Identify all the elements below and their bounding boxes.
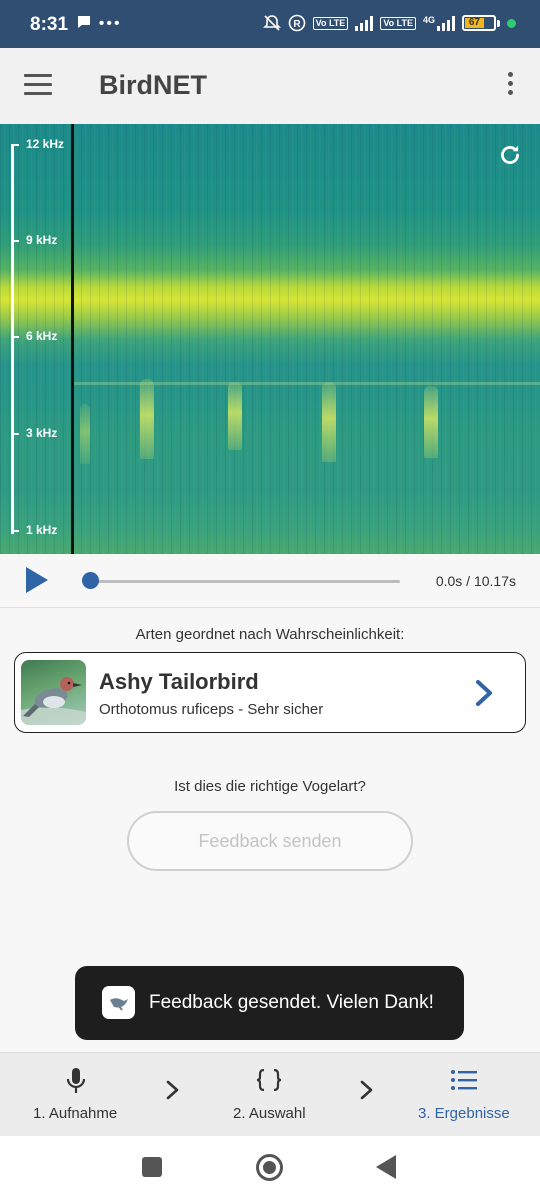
feedback-question: Ist dies die richtige Vogelart?: [174, 778, 366, 795]
nav-item-ergebnisse[interactable]: 3. Ergebnisse: [408, 1053, 520, 1137]
nav-item-auswahl[interactable]: 2. Auswahl: [213, 1053, 325, 1137]
bird-silhouette: [21, 677, 86, 725]
chevron-right-icon[interactable]: [470, 678, 498, 708]
mic-icon: [66, 1068, 86, 1093]
refresh-icon[interactable]: [497, 142, 523, 168]
toast-text: Feedback gesendet. Vielen Dank!: [149, 992, 434, 1013]
freq-tick: [11, 530, 19, 532]
battery-icon: 67: [462, 15, 500, 31]
more-vert-icon[interactable]: [506, 72, 514, 100]
bird-call-mark: [424, 386, 438, 458]
seek-thumb[interactable]: [82, 572, 99, 589]
bird-call-mark: [322, 382, 336, 462]
registered-icon: R: [288, 14, 305, 32]
message-icon: [78, 16, 90, 28]
playback-time: 0.0s / 10.17s: [435, 573, 516, 589]
freq-tick: [11, 144, 19, 146]
nav-item-aufnahme[interactable]: 1. Aufnahme: [20, 1053, 132, 1137]
freq-label-6k: 6 kHz: [26, 329, 58, 343]
network-type-label: 4G: [422, 15, 435, 25]
status-time: 8:31: [30, 14, 69, 35]
freq-tick: [11, 240, 19, 242]
freq-label-3k: 3 kHz: [26, 426, 58, 440]
hamburger-icon[interactable]: [24, 74, 52, 96]
species-scientific-confidence: Orthotomus ruficeps - Sehr sicher: [99, 701, 324, 718]
muted-bell-icon: [262, 15, 281, 31]
status-right-icons: R Vo LTE Vo LTE 4G 67: [262, 14, 516, 32]
nav-label-auswahl: 2. Auswahl: [233, 1105, 306, 1122]
birdnet-app-icon: [102, 986, 135, 1019]
list-icon: [451, 1070, 477, 1090]
bird-photo: [21, 660, 86, 725]
app-title: BirdNET: [99, 70, 207, 100]
recents-icon[interactable]: [142, 1157, 162, 1177]
braces-icon: [256, 1069, 282, 1091]
battery-level: 67: [465, 18, 484, 28]
status-bar: 8:31 ••• R Vo LTE Vo LTE 4G 67: [0, 0, 540, 48]
seek-bar[interactable]: [90, 580, 400, 583]
app-bar: BirdNET: [0, 48, 540, 124]
status-left-icons: •••: [76, 13, 122, 33]
signal-icon: [355, 15, 374, 31]
freq-label-1k: 1 kHz: [26, 523, 58, 537]
chevron-right-icon: [360, 1080, 373, 1100]
species-result-card[interactable]: Ashy Tailorbird Orthotomus ruficeps - Se…: [14, 652, 526, 733]
bottom-navigation: 1. Aufnahme 2. Auswahl 3. Ergebnisse: [0, 1052, 540, 1136]
volte-icon: Vo LTE: [312, 16, 349, 30]
screen: 8:31 ••• R Vo LTE Vo LTE 4G 67 BirdNET 1…: [0, 0, 540, 1200]
home-icon[interactable]: [256, 1154, 283, 1181]
play-icon[interactable]: [26, 567, 48, 593]
volte-icon-2: Vo LTE: [380, 16, 416, 30]
svg-text:R: R: [293, 19, 301, 30]
chevron-right-icon: [166, 1080, 179, 1100]
more-dots-icon: •••: [98, 15, 122, 32]
playback-cursor[interactable]: [71, 124, 74, 554]
results-heading: Arten geordnet nach Wahrscheinlichkeit:: [135, 626, 405, 643]
spectrogram[interactable]: 12 kHz 9 kHz 6 kHz 3 kHz 1 kHz: [0, 124, 540, 554]
frequency-axis: [11, 144, 14, 534]
bird-call-mark: [228, 382, 242, 450]
audio-player: 0.0s / 10.17s: [0, 554, 540, 608]
bird-call-mark: [80, 404, 90, 464]
freq-tick: [11, 433, 19, 435]
freq-tick: [11, 336, 19, 338]
nav-label-aufnahme: 1. Aufnahme: [33, 1105, 118, 1122]
system-navigation-bar: [0, 1136, 540, 1200]
freq-label-9k: 9 kHz: [26, 233, 58, 247]
spectrogram-texture: [0, 124, 540, 554]
4g-signal-icon: 4G: [423, 15, 455, 31]
species-common-name: Ashy Tailorbird: [99, 669, 259, 694]
send-feedback-button[interactable]: Feedback senden: [127, 811, 413, 871]
toast-message: Feedback gesendet. Vielen Dank!: [75, 966, 464, 1040]
bird-call-mark: [140, 379, 154, 459]
freq-label-12k: 12 kHz: [26, 137, 65, 151]
back-icon[interactable]: [376, 1155, 396, 1179]
privacy-indicator-dot: [507, 18, 516, 28]
nav-label-ergebnisse: 3. Ergebnisse: [418, 1105, 510, 1122]
